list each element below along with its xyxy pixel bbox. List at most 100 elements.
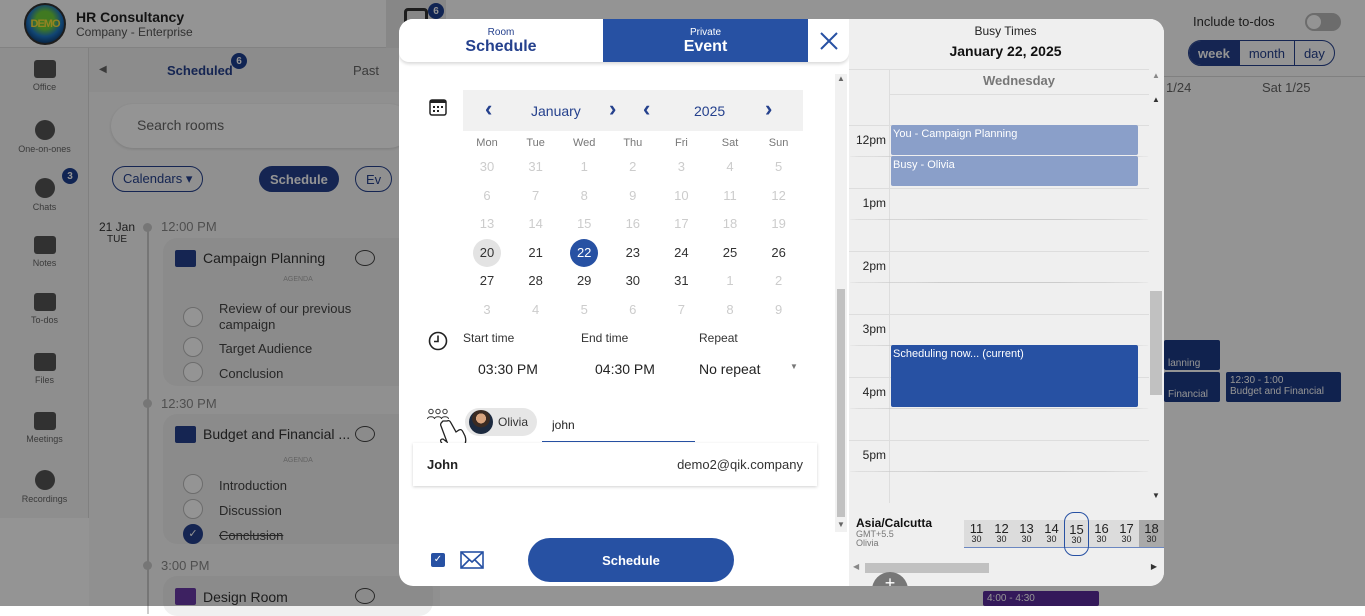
day-cell[interactable]: 1	[716, 267, 744, 295]
close-button[interactable]	[808, 19, 849, 62]
grid-line	[849, 440, 1149, 441]
repeat-select[interactable]: No repeat	[699, 361, 760, 377]
day-cell[interactable]: 4	[522, 296, 550, 324]
day-cell[interactable]: 3	[667, 153, 695, 181]
scroll-down-icon[interactable]: ▼	[1152, 491, 1160, 500]
busy-scrollbar[interactable]: ▲ ▲ ▼	[1150, 69, 1162, 503]
prev-year-button[interactable]: ‹	[643, 96, 650, 122]
day-cell[interactable]: 10	[667, 182, 695, 210]
day-cell[interactable]: 15	[570, 210, 598, 238]
start-time-label: Start time	[463, 331, 515, 345]
hour-label: 4pm	[862, 385, 886, 399]
day-cell[interactable]: 17	[667, 210, 695, 238]
day-cell[interactable]: 6	[473, 182, 501, 210]
day-cell[interactable]: 24	[667, 239, 695, 267]
day-cell[interactable]: 12	[765, 182, 793, 210]
day-cell[interactable]: 6	[619, 296, 647, 324]
scroll-left-icon[interactable]: ◀	[853, 562, 859, 571]
day-cell[interactable]: 8	[570, 182, 598, 210]
next-year-button[interactable]: ›	[765, 96, 772, 122]
hour-cell[interactable]: 11 30	[964, 520, 989, 547]
hour-cell[interactable]: 13 30	[1014, 520, 1039, 547]
hour-cell[interactable]: 12 30	[989, 520, 1014, 547]
day-cell[interactable]: 31	[522, 153, 550, 181]
day-cell[interactable]: 5	[570, 296, 598, 324]
scrollbar-thumb[interactable]	[837, 289, 845, 517]
day-cell[interactable]: 11	[716, 182, 744, 210]
email-notify-checkbox[interactable]: ✓	[431, 553, 445, 567]
prev-month-button[interactable]: ‹	[485, 96, 492, 122]
hour-label: 5pm	[862, 448, 886, 462]
current-event[interactable]: Scheduling now... (current)	[891, 345, 1138, 407]
hour-cell[interactable]: 17 30	[1114, 520, 1139, 547]
day-cell[interactable]: 7	[667, 296, 695, 324]
day-cell[interactable]: 26	[765, 239, 793, 267]
grid-line	[849, 314, 1149, 315]
close-icon	[819, 31, 838, 50]
end-time-field[interactable]: 04:30 PM	[595, 361, 655, 377]
day-cell[interactable]: 29	[570, 267, 598, 295]
form-scrollbar[interactable]: ▲ ▼	[835, 74, 847, 532]
day-cell[interactable]: 16	[619, 210, 647, 238]
day-cell[interactable]: 8	[716, 296, 744, 324]
day-cell[interactable]: 9	[765, 296, 793, 324]
tab-large-label: Schedule	[465, 38, 537, 55]
invite-attendee-input[interactable]	[542, 408, 695, 442]
day-cell[interactable]: 2	[619, 153, 647, 181]
avatar	[469, 410, 493, 434]
tab-large-label: Event	[683, 38, 728, 55]
day-cell[interactable]: 9	[619, 182, 647, 210]
day-cell[interactable]: 28	[522, 267, 550, 295]
hour-cell-current[interactable]: 15 30	[1064, 512, 1089, 556]
day-cell[interactable]: 14	[522, 210, 550, 238]
scroll-up-icon[interactable]: ▲	[1152, 95, 1160, 104]
minute-value: 30	[1096, 534, 1107, 544]
busy-event[interactable]: Busy - Olivia	[891, 156, 1138, 186]
scrollbar-thumb[interactable]	[865, 563, 989, 573]
tab-room-schedule[interactable]: Room Schedule	[399, 19, 603, 62]
day-cell[interactable]: 31	[667, 267, 695, 295]
attendee-suggestion[interactable]: John demo2@qik.company	[413, 443, 817, 486]
tab-private-event[interactable]: Private Event	[603, 19, 808, 62]
grid-line	[849, 251, 1149, 252]
scroll-right-icon[interactable]: ▶	[1151, 562, 1157, 571]
day-cell[interactable]: 13	[473, 210, 501, 238]
day-cell-selected[interactable]: 22	[570, 238, 599, 267]
next-month-button[interactable]: ›	[609, 96, 616, 122]
day-cell[interactable]: 25	[716, 239, 744, 267]
hour-cell[interactable]: 14 30	[1039, 520, 1064, 547]
busy-event[interactable]: You - Campaign Planning	[891, 125, 1138, 155]
day-cell[interactable]: 21	[522, 239, 550, 267]
schedule-submit-button[interactable]: Schedule	[528, 538, 734, 582]
day-cell[interactable]: 4	[716, 153, 744, 181]
weekday-label: Sun	[768, 137, 789, 149]
day-cell[interactable]: 7	[522, 182, 550, 210]
busy-day-grid: Wednesday 12pm 1pm 2pm 3pm 4pm 5pm You -…	[849, 69, 1149, 503]
timezone-row: Asia/Calcutta GMT+5.5 Olivia 11 30 12 30 13 30…	[849, 509, 1164, 556]
grid-line	[849, 188, 1149, 189]
day-cell[interactable]: 30	[619, 267, 647, 295]
scrollbar-thumb[interactable]	[1150, 291, 1162, 395]
day-cell-today[interactable]: 20	[473, 238, 501, 267]
day-cell[interactable]: 30	[473, 153, 501, 181]
scroll-down-icon[interactable]: ▼	[837, 520, 845, 529]
weekday-label: Mon	[476, 137, 498, 149]
scroll-up-icon[interactable]: ▲	[1152, 71, 1160, 80]
day-cell[interactable]: 5	[765, 153, 793, 181]
schedule-modal: Room Schedule Private Event ▲ ▼ ‹ Januar…	[399, 19, 1164, 586]
day-cell[interactable]: 23	[619, 239, 647, 267]
day-cell[interactable]: 27	[473, 267, 501, 295]
hour-cell[interactable]: 18 30	[1139, 520, 1164, 547]
day-cell[interactable]: 2	[765, 267, 793, 295]
dropdown-caret-icon[interactable]: ▼	[790, 362, 798, 371]
hour-cell[interactable]: 16 30	[1089, 520, 1114, 547]
attendee-chip[interactable]: Olivia	[465, 408, 537, 436]
suggestion-email: demo2@qik.company	[677, 457, 803, 472]
hour-strip: 11 30 12 30 13 30 14 30 15 30 16 30 17 30 18 30	[964, 512, 1164, 556]
start-time-field[interactable]: 03:30 PM	[478, 361, 538, 377]
day-cell[interactable]: 3	[473, 296, 501, 324]
day-cell[interactable]: 1	[570, 153, 598, 181]
day-cell[interactable]: 18	[716, 210, 744, 238]
scroll-up-icon[interactable]: ▲	[837, 74, 845, 83]
day-cell[interactable]: 19	[765, 210, 793, 238]
